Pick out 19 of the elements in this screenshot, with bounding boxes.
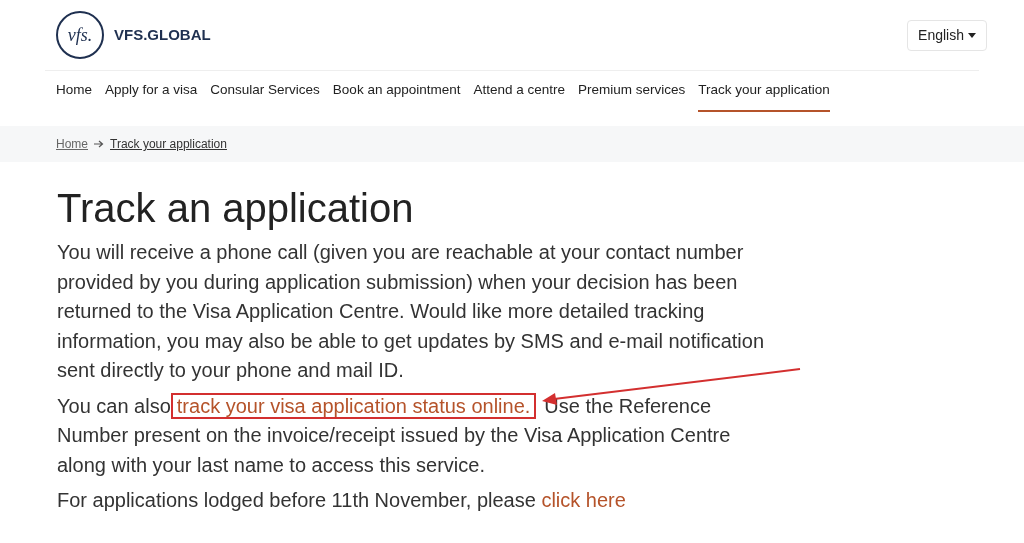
older-applications-text: For applications lodged before 11th November, please click here xyxy=(57,488,627,513)
arrow-icon xyxy=(94,140,104,148)
nav-link[interactable]: Consular Services xyxy=(210,71,320,112)
nav-link[interactable]: Track your application xyxy=(698,71,830,112)
caret-icon xyxy=(968,32,976,38)
language-dropdown[interactable]: English xyxy=(907,19,987,51)
page-title: Track an application xyxy=(57,186,415,230)
breadcrumb-link[interactable]: Home xyxy=(56,135,88,153)
nav-link[interactable]: Premium services xyxy=(578,71,686,112)
status-link[interactable]: track your visa application status online. xyxy=(170,392,537,419)
logo-emblem: vfs. xyxy=(56,11,104,59)
intro-paragraph: You will receive a phone call (given you are reachable at your contact number provided by you during application submission) when your decision has been returned to the Visa Application Centre. Would like more detailed tracking information, you may also be able to get updates by SMS and e-mail notification sent directly to your phone and mail ID. xyxy=(57,240,766,383)
breadcrumb-link[interactable]: Track your application xyxy=(110,135,227,153)
nav-link[interactable]: Book an appointment xyxy=(332,71,461,112)
click-here-link[interactable]: click here xyxy=(541,489,626,511)
nav-link[interactable]: Attend a centre xyxy=(473,71,565,112)
logo-text: VFS.GLOBAL xyxy=(114,24,211,45)
nav-link[interactable]: Apply for a visa xyxy=(105,71,198,112)
nav-link[interactable]: Home xyxy=(56,71,92,112)
